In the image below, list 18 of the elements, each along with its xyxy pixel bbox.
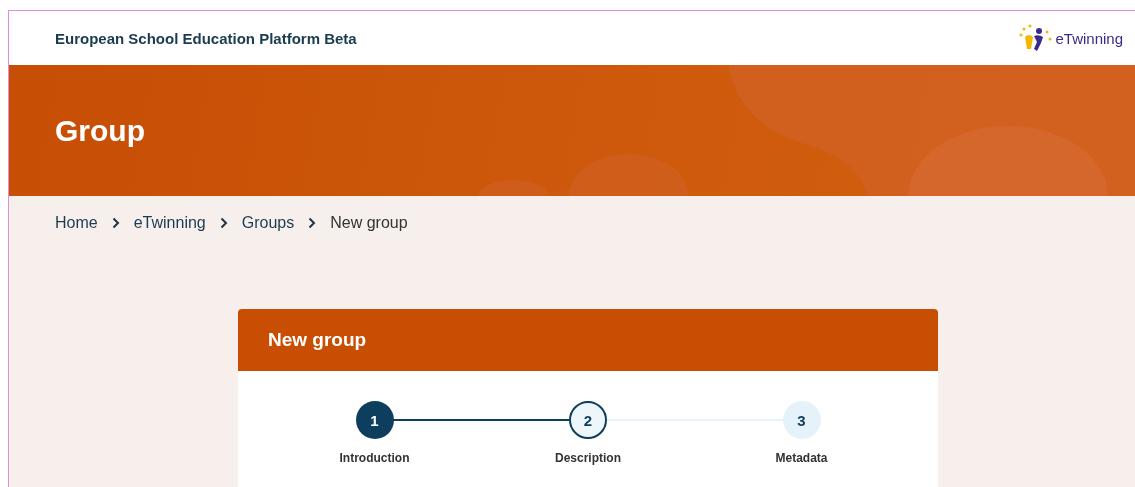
card-title: New group — [268, 329, 367, 351]
chevron-icon — [219, 217, 228, 229]
breadcrumb-link[interactable]: Home — [55, 214, 98, 232]
breadcrumb-link[interactable]: Groups — [241, 214, 295, 232]
breadcrumb-link[interactable]: eTwinning — [133, 214, 206, 232]
page-title: Group — [55, 113, 145, 148]
step-label: Introduction — [339, 451, 410, 465]
step-circle[interactable]: 3 — [782, 401, 821, 439]
site-title[interactable]: European School Education Platform Beta — [55, 29, 357, 47]
logo-icon — [1017, 23, 1054, 53]
breadcrumb-current: New group — [330, 214, 408, 232]
step-label: Metadata — [775, 451, 828, 465]
step-label: Description — [555, 451, 621, 465]
chevron-icon — [111, 217, 120, 229]
logo-text: eTwinning — [1055, 29, 1123, 47]
step-circle[interactable]: 2 — [569, 401, 607, 439]
chevron-icon — [308, 217, 317, 229]
step-circle[interactable]: 1 — [355, 401, 394, 439]
